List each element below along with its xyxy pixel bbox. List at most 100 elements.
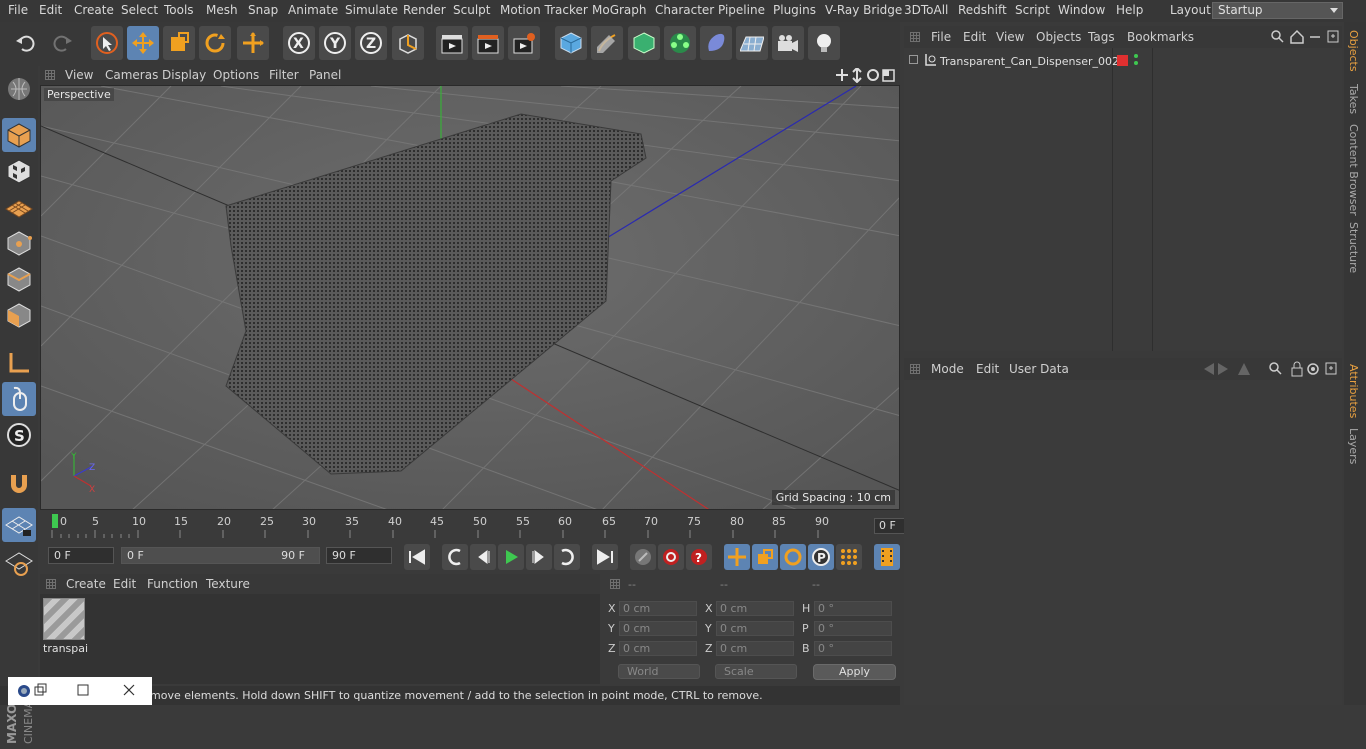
cube-object-button[interactable] bbox=[555, 26, 587, 60]
menu-snap[interactable]: Snap bbox=[248, 3, 278, 17]
scale-mode-dropdown[interactable]: Scale bbox=[715, 664, 797, 679]
timeline-window-button[interactable] bbox=[874, 544, 900, 570]
make-editable-button[interactable] bbox=[2, 72, 36, 106]
rot-h-field[interactable]: 0 ° bbox=[814, 601, 892, 616]
autokey-button[interactable] bbox=[658, 544, 684, 570]
size-z-field[interactable]: 0 cm bbox=[716, 641, 794, 656]
redo-button[interactable] bbox=[46, 26, 78, 60]
size-x-field[interactable]: 0 cm bbox=[716, 601, 794, 616]
objects-menu-file[interactable]: File bbox=[931, 30, 951, 44]
tweak-mode-button[interactable] bbox=[2, 382, 36, 416]
material-menu-edit[interactable]: Edit bbox=[113, 577, 136, 591]
texture-mode-button[interactable] bbox=[2, 154, 36, 188]
frame-range-slider[interactable]: 0 F 90 F bbox=[121, 547, 320, 564]
viewport-menu-options[interactable]: Options bbox=[213, 68, 259, 82]
menu-simulate[interactable]: Simulate bbox=[345, 3, 398, 17]
object-row[interactable]: Transparent_Can_Dispenser_002 bbox=[904, 50, 1342, 70]
coordinate-mode-dropdown[interactable]: World bbox=[618, 664, 700, 679]
object-manager-tools[interactable] bbox=[1270, 29, 1340, 45]
viewport-menu-cameras[interactable]: Cameras bbox=[105, 68, 158, 82]
menu-plugins[interactable]: Plugins bbox=[773, 3, 816, 17]
pos-x-field[interactable]: 0 cm bbox=[619, 601, 697, 616]
tab-structure[interactable]: Structure bbox=[1347, 222, 1360, 273]
render-settings-button[interactable] bbox=[508, 26, 540, 60]
next-frame-button[interactable] bbox=[526, 544, 552, 570]
menu-select[interactable]: Select bbox=[121, 3, 158, 17]
menu-redshift[interactable]: Redshift bbox=[958, 3, 1007, 17]
z-axis-lock-button[interactable]: Z bbox=[355, 26, 387, 60]
expand-icon[interactable] bbox=[909, 55, 918, 64]
panel-grip-icon[interactable] bbox=[45, 70, 55, 80]
viewport-menu-panel[interactable]: Panel bbox=[309, 68, 341, 82]
menu-animate[interactable]: Animate bbox=[288, 3, 338, 17]
end-frame-field[interactable]: 90 F bbox=[326, 547, 392, 564]
key-parameter-button[interactable]: P bbox=[808, 544, 834, 570]
previous-key-button[interactable] bbox=[442, 544, 468, 570]
menu-edit[interactable]: Edit bbox=[39, 3, 62, 17]
snap-button[interactable] bbox=[2, 466, 36, 500]
floor-object-button[interactable] bbox=[736, 26, 768, 60]
key-position-button[interactable] bbox=[724, 544, 750, 570]
material-name[interactable]: transpai bbox=[43, 642, 88, 655]
mograph-cloner-button[interactable] bbox=[664, 26, 696, 60]
rot-b-field[interactable]: 0 ° bbox=[814, 641, 892, 656]
viewport-menu-display[interactable]: Display bbox=[162, 68, 206, 82]
rot-p-field[interactable]: 0 ° bbox=[814, 621, 892, 636]
key-scale-button[interactable] bbox=[752, 544, 778, 570]
pen-spline-button[interactable] bbox=[591, 26, 623, 60]
keyframe-selection-button[interactable]: ? bbox=[686, 544, 712, 570]
timeline-ruler[interactable]: 0 5 10 15 20 25 30 35 40 45 50 55 60 65 … bbox=[40, 512, 936, 542]
menu-3dtoall[interactable]: 3DToAll bbox=[904, 3, 948, 17]
axis-mode-button[interactable] bbox=[2, 346, 36, 380]
tab-layers[interactable]: Layers bbox=[1347, 428, 1360, 464]
menu-tools[interactable]: Tools bbox=[164, 3, 194, 17]
render-view-button[interactable] bbox=[436, 26, 468, 60]
subdivision-button[interactable] bbox=[628, 26, 660, 60]
menu-create[interactable]: Create bbox=[74, 3, 114, 17]
objects-menu-objects[interactable]: Objects bbox=[1036, 30, 1081, 44]
start-frame-field[interactable]: 0 F bbox=[48, 547, 114, 564]
menu-sculpt[interactable]: Sculpt bbox=[453, 3, 490, 17]
tab-objects[interactable]: Objects bbox=[1347, 30, 1360, 72]
y-axis-lock-button[interactable]: Y bbox=[319, 26, 351, 60]
tab-attributes[interactable]: Attributes bbox=[1347, 364, 1360, 418]
coordinate-system-button[interactable] bbox=[392, 26, 424, 60]
menu-pipeline[interactable]: Pipeline bbox=[718, 3, 765, 17]
edges-mode-button[interactable] bbox=[2, 262, 36, 296]
workplane-lock-button[interactable] bbox=[2, 508, 36, 542]
viewport-nav-icons[interactable] bbox=[835, 68, 897, 83]
polygons-mode-button[interactable] bbox=[2, 298, 36, 332]
transform-tool-button[interactable] bbox=[237, 26, 269, 60]
3d-viewport[interactable]: Y Z X Perspective Grid Spacing : 10 cm bbox=[40, 85, 900, 510]
menu-character[interactable]: Character bbox=[655, 3, 714, 17]
menu-mesh[interactable]: Mesh bbox=[206, 3, 238, 17]
scale-tool-button[interactable] bbox=[163, 26, 195, 60]
material-thumbnail[interactable] bbox=[43, 598, 85, 640]
panel-grip-icon[interactable] bbox=[46, 579, 56, 589]
layout-dropdown[interactable]: Startup bbox=[1212, 2, 1343, 19]
panel-grip-icon[interactable] bbox=[910, 364, 920, 374]
visibility-dots-icon[interactable] bbox=[1132, 53, 1140, 67]
locked-workplane-button[interactable] bbox=[2, 546, 36, 580]
panel-grip-icon[interactable] bbox=[610, 579, 620, 589]
workplane-mode-button[interactable] bbox=[2, 190, 36, 224]
go-to-start-button[interactable] bbox=[404, 544, 430, 570]
menu-help[interactable]: Help bbox=[1116, 3, 1143, 17]
record-keys-button[interactable] bbox=[630, 544, 656, 570]
tab-takes[interactable]: Takes bbox=[1347, 84, 1360, 114]
objects-menu-tags[interactable]: Tags bbox=[1088, 30, 1115, 44]
material-menu-texture[interactable]: Texture bbox=[206, 577, 250, 591]
camera-object-button[interactable] bbox=[772, 26, 804, 60]
apply-button[interactable]: Apply bbox=[813, 664, 896, 680]
pos-y-field[interactable]: 0 cm bbox=[619, 621, 697, 636]
viewport-menu-view[interactable]: View bbox=[65, 68, 93, 82]
key-pla-button[interactable] bbox=[836, 544, 862, 570]
key-rotation-button[interactable] bbox=[780, 544, 806, 570]
select-tool-button[interactable] bbox=[91, 26, 123, 60]
menu-file[interactable]: File bbox=[8, 3, 28, 17]
menu-vray-bridge[interactable]: V-Ray Bridge bbox=[825, 3, 902, 17]
model-mode-button[interactable] bbox=[2, 118, 36, 152]
objects-menu-view[interactable]: View bbox=[996, 30, 1024, 44]
x-axis-lock-button[interactable]: X bbox=[283, 26, 315, 60]
solo-mode-button[interactable]: S bbox=[2, 418, 36, 452]
